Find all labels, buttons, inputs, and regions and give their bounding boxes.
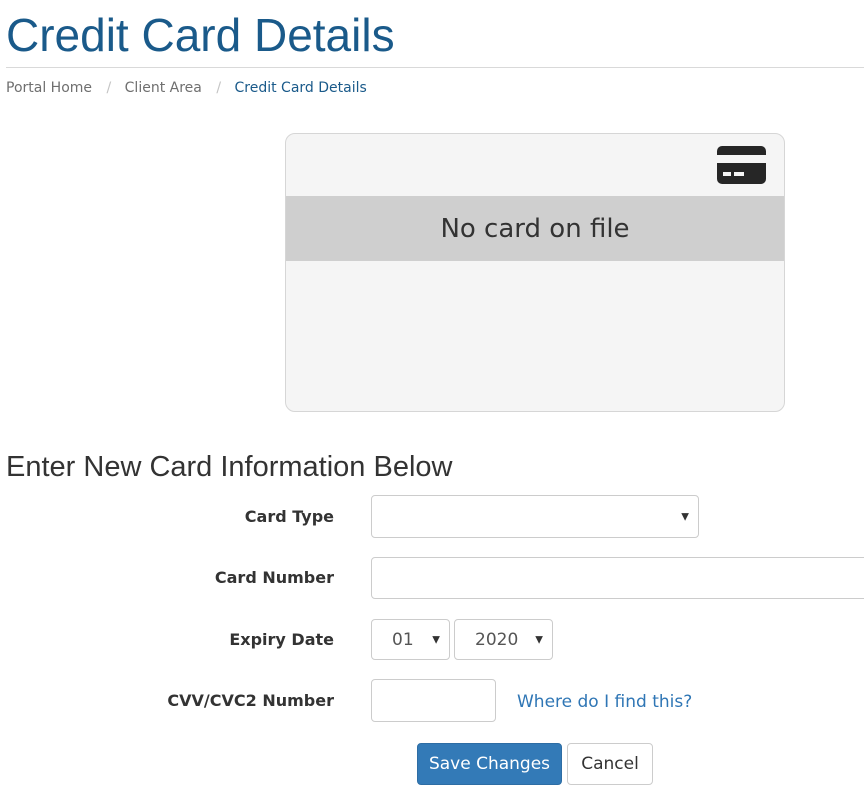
card-type-select[interactable]: ▼ <box>371 495 699 538</box>
chevron-down-icon: ▼ <box>681 511 689 522</box>
card-type-label: Card Type <box>244 507 334 526</box>
cvv-help-link[interactable]: Where do I find this? <box>517 690 692 714</box>
card-status-band: No card on file <box>286 196 784 261</box>
breadcrumb-separator: / <box>216 80 222 96</box>
card-number-input[interactable] <box>371 557 864 599</box>
expiry-month-select[interactable]: 01 ▼ <box>371 619 450 660</box>
expiry-date-label: Expiry Date <box>229 630 334 649</box>
breadcrumb: Portal Home / Client Area / Credit Card … <box>6 78 367 98</box>
card-number-label: Card Number <box>214 568 334 587</box>
title-divider <box>6 67 864 68</box>
chevron-down-icon: ▼ <box>535 634 543 645</box>
card-preview: No card on file <box>285 133 785 412</box>
breadcrumb-client-area[interactable]: Client Area <box>125 80 202 96</box>
expiry-year-select[interactable]: 2020 ▼ <box>454 619 553 660</box>
expiry-month-value: 01 <box>392 629 414 650</box>
breadcrumb-portal-home[interactable]: Portal Home <box>6 80 92 96</box>
no-card-message: No card on file <box>440 213 630 244</box>
page-title: Credit Card Details <box>6 9 395 61</box>
cvv-input[interactable] <box>371 679 496 722</box>
save-changes-button[interactable]: Save Changes <box>417 743 562 785</box>
cancel-button[interactable]: Cancel <box>567 743 653 785</box>
expiry-year-value: 2020 <box>475 629 519 650</box>
breadcrumb-current: Credit Card Details <box>234 80 367 96</box>
credit-card-icon <box>717 146 766 184</box>
section-heading: Enter New Card Information Below <box>6 451 453 483</box>
breadcrumb-separator: / <box>106 80 112 96</box>
chevron-down-icon: ▼ <box>432 634 440 645</box>
cvv-label: CVV/CVC2 Number <box>167 691 334 710</box>
